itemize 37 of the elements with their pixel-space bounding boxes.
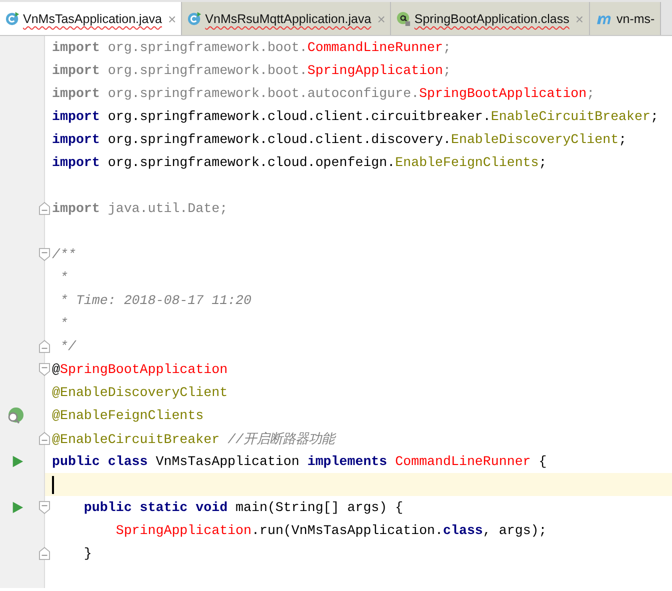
code-line: @SpringBootApplication [52,362,228,377]
code-line: import org.springframework.cloud.openfeign.EnableFeignClients; [52,155,547,170]
fold-icon[interactable] [39,248,50,261]
code-line: * [58,270,68,285]
editor-tab[interactable]: vn-ms- [590,2,661,35]
class-icon [5,11,20,26]
fold-icon[interactable] [39,547,50,560]
code-line: @EnableCircuitBreaker //开启断路器功能 [52,430,335,448]
code-line: import org.springframework.cloud.client.discovery.EnableDiscoveryClient; [52,132,627,147]
editor-tab[interactable]: SpringBootApplication.class × [391,2,590,35]
fold-icon[interactable] [39,202,50,215]
code-line: import org.springframework.boot.CommandLineRunner; [52,40,451,55]
code-line: import org.springframework.boot.autoconfigure.SpringBootApplication; [52,86,595,101]
code-line: * [58,316,68,331]
code-line: public class VnMsTasApplication implements CommandLineRunner { [52,454,547,469]
code-line: import org.springframework.cloud.client.circuitbreaker.EnableCircuitBreaker; [52,109,658,124]
code-line: /** [52,247,76,262]
fold-icon[interactable] [39,363,50,376]
code-line: @EnableFeignClients [52,408,204,423]
code-line: SpringApplication.run(VnMsTasApplication.class, args); [114,523,547,538]
run-icon[interactable] [11,501,24,514]
code-line: } [82,546,92,561]
code-line: @EnableDiscoveryClient [52,385,228,400]
fold-icon[interactable] [39,432,50,445]
editor-tab[interactable]: VnMsTasApplication.java × [0,2,182,35]
magnifier-icon[interactable] [6,406,24,424]
annotation-icon [396,11,412,26]
editor-tab[interactable]: VnMsRsuMqttApplication.java × [182,2,392,35]
code-line: import java.util.Date; [52,201,228,216]
code-line: */ [58,339,76,354]
code-line: import org.springframework.boot.SpringApplication; [52,63,451,78]
run-icon[interactable] [11,455,24,468]
fold-icon[interactable] [39,501,50,514]
class-icon [187,11,202,26]
code-line: public static void main(String[] args) { [82,500,404,515]
code-line: * Time: 2018-08-17 11:20 [58,293,252,308]
fold-icon[interactable] [39,340,50,353]
